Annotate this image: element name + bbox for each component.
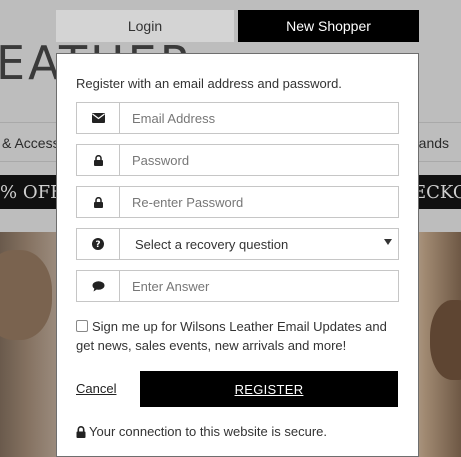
nav-item-accessories: & Access xyxy=(2,135,60,151)
answer-placeholder: Enter Answer xyxy=(132,279,210,294)
speech-bubble-icon xyxy=(77,271,120,301)
lock-icon xyxy=(77,145,120,175)
promo-text-left: % OFF xyxy=(0,182,63,203)
register-button[interactable]: REGISTER xyxy=(140,371,398,407)
recovery-question-select[interactable]: ? Select a recovery question xyxy=(76,228,399,260)
answer-field[interactable]: Enter Answer xyxy=(76,270,399,302)
question-circle-icon: ? xyxy=(77,229,120,259)
promo-text-right: ECKO xyxy=(413,182,461,203)
email-placeholder: Email Address xyxy=(132,111,216,126)
newsletter-checkbox[interactable] xyxy=(76,320,88,332)
recovery-question-value: Select a recovery question xyxy=(135,237,289,252)
secure-notice: Your connection to this website is secur… xyxy=(76,424,327,439)
password-field[interactable]: Password xyxy=(76,144,399,176)
reenter-password-field[interactable]: Re-enter Password xyxy=(76,186,399,218)
chevron-down-icon xyxy=(384,239,392,245)
nav-item-brands: rands xyxy=(414,135,450,151)
email-field[interactable]: Email Address xyxy=(76,102,399,134)
reenter-password-placeholder: Re-enter Password xyxy=(132,195,244,210)
svg-text:?: ? xyxy=(95,240,100,250)
lock-icon xyxy=(76,425,86,438)
tab-login[interactable]: Login xyxy=(56,10,234,42)
secure-text: Your connection to this website is secur… xyxy=(89,424,327,439)
register-modal: Register with an email address and passw… xyxy=(56,53,419,457)
tab-new-shopper[interactable]: New Shopper xyxy=(238,10,419,42)
newsletter-row: Sign me up for Wilsons Leather Email Upd… xyxy=(76,317,406,355)
register-intro: Register with an email address and passw… xyxy=(76,76,342,91)
newsletter-label: Sign me up for Wilsons Leather Email Upd… xyxy=(76,319,387,353)
password-placeholder: Password xyxy=(132,153,190,168)
envelope-icon xyxy=(77,103,120,133)
cancel-link[interactable]: Cancel xyxy=(76,381,116,396)
lock-icon xyxy=(77,187,120,217)
